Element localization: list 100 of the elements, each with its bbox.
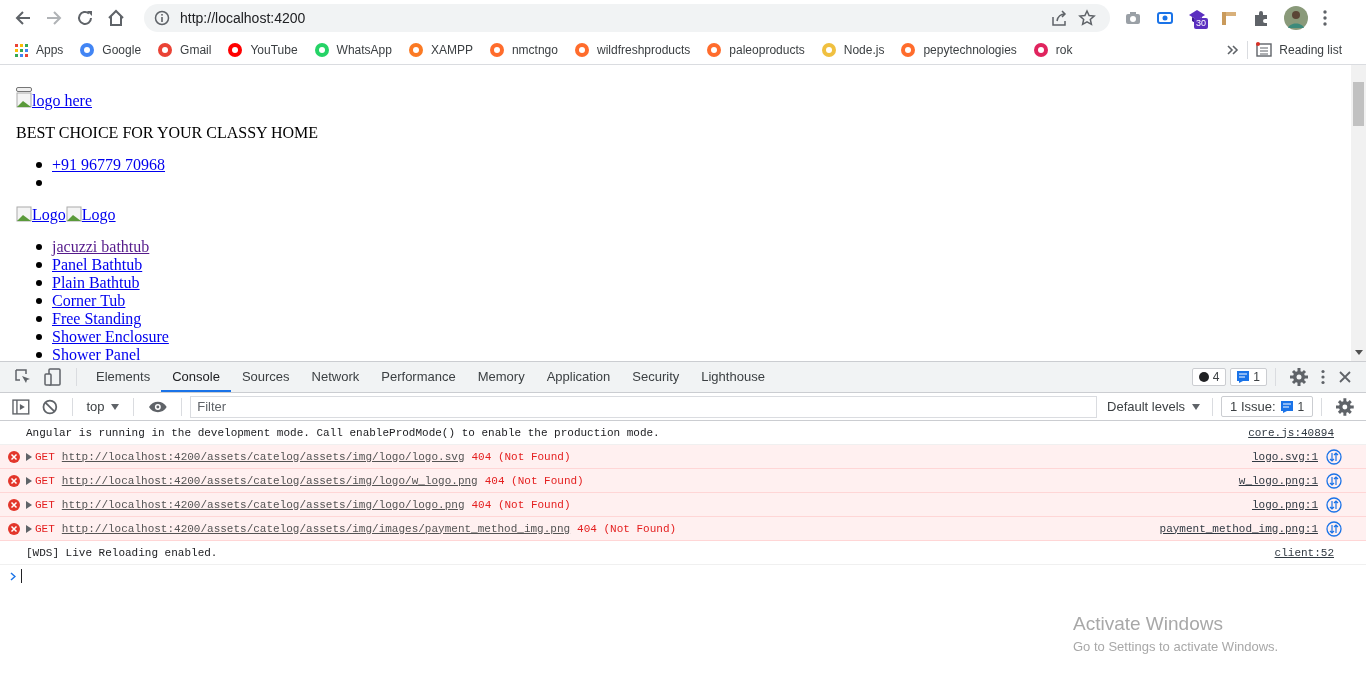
context-dropdown[interactable]: top bbox=[80, 399, 125, 414]
bookmark[interactable]: XAMPP bbox=[407, 42, 481, 58]
message-icon bbox=[1280, 400, 1293, 413]
scroll-down-icon[interactable] bbox=[1355, 350, 1363, 355]
expand-arrow-icon[interactable] bbox=[26, 476, 32, 485]
bullet bbox=[36, 352, 42, 358]
error-status: 404 (Not Found) bbox=[471, 450, 571, 463]
close-icon[interactable] bbox=[1338, 370, 1352, 384]
reading-list-button[interactable]: Reading list bbox=[1256, 42, 1350, 58]
expand-arrow-icon[interactable] bbox=[26, 524, 32, 533]
back-icon[interactable] bbox=[14, 9, 32, 27]
expand-arrow-icon[interactable] bbox=[26, 500, 32, 509]
category-link[interactable]: Corner Tub bbox=[52, 292, 126, 310]
caret-icon bbox=[110, 403, 119, 410]
error-icon bbox=[8, 522, 20, 535]
bullet bbox=[36, 298, 42, 304]
source-link[interactable]: logo.svg:1 bbox=[1252, 450, 1318, 463]
devtools-tab[interactable]: Lighthouse bbox=[690, 362, 776, 392]
device-icon[interactable] bbox=[44, 368, 62, 386]
devtools-tab[interactable]: Sources bbox=[230, 362, 301, 392]
star-icon[interactable] bbox=[1078, 9, 1096, 27]
bookmark[interactable]: Google bbox=[79, 42, 150, 58]
filter-field[interactable]: Filter bbox=[190, 395, 1097, 418]
scrollbar[interactable] bbox=[1351, 65, 1366, 361]
error-count-button[interactable]: 4 bbox=[1191, 368, 1227, 386]
source-link[interactable]: logo.png:1 bbox=[1252, 498, 1318, 511]
http-method: GET bbox=[35, 450, 55, 463]
home-icon[interactable] bbox=[107, 9, 125, 27]
devtools-tab[interactable]: Security bbox=[621, 362, 691, 392]
ruler-icon[interactable] bbox=[1220, 9, 1238, 27]
phone-link[interactable]: +91 96779 70968 bbox=[52, 156, 166, 174]
network-request-icon[interactable] bbox=[1326, 448, 1342, 465]
console-message: [WDS] Live Reloading enabled. bbox=[26, 546, 218, 559]
bookmark[interactable]: rok bbox=[1032, 42, 1081, 58]
devtools-tab[interactable]: Network bbox=[300, 362, 371, 392]
scroll-thumb[interactable] bbox=[1353, 82, 1364, 126]
bookmark[interactable]: wildfreshproducts bbox=[573, 42, 699, 58]
source-link[interactable]: w_logo.png:1 bbox=[1238, 474, 1318, 487]
bookmark[interactable]: paleoproducts bbox=[706, 42, 813, 58]
bookmark[interactable]: WhatsApp bbox=[313, 42, 400, 58]
source-link[interactable]: client:52 bbox=[1274, 546, 1334, 559]
bookmark[interactable]: pepytechnologies bbox=[900, 42, 1025, 58]
category-link[interactable]: Panel Bathtub bbox=[52, 256, 143, 274]
puzzle-icon[interactable] bbox=[1252, 9, 1270, 27]
more-icon[interactable] bbox=[1322, 9, 1328, 27]
activation-title: Activate Windows bbox=[1073, 613, 1224, 635]
screen-icon[interactable] bbox=[1156, 9, 1174, 27]
bookmark[interactable]: Gmail bbox=[157, 42, 220, 58]
issue-count-button[interactable]: 1 bbox=[1230, 368, 1267, 386]
devtools-tab[interactable]: Elements bbox=[85, 362, 162, 392]
settings-icon[interactable] bbox=[1336, 397, 1354, 416]
devtools-tab[interactable]: Console bbox=[161, 362, 231, 392]
bookmark[interactable]: nmctngo bbox=[488, 42, 566, 58]
eye-icon[interactable] bbox=[147, 399, 168, 414]
text-cursor bbox=[21, 569, 22, 583]
clear-icon[interactable] bbox=[41, 398, 58, 415]
broken-image-icon bbox=[16, 92, 32, 108]
category-link[interactable]: Free Standing bbox=[52, 310, 142, 328]
logo-link[interactable]: Logo bbox=[65, 206, 116, 223]
logo-link[interactable]: Logo bbox=[16, 206, 66, 223]
network-request-icon[interactable] bbox=[1326, 496, 1342, 513]
devtools-tab[interactable]: Application bbox=[535, 362, 622, 392]
bookmark[interactable]: Node.js bbox=[820, 42, 893, 58]
caret-icon bbox=[1192, 403, 1201, 410]
request-url-link[interactable]: http://localhost:4200/assets/catelog/assets/img/logo/w_logo.png bbox=[61, 474, 478, 487]
console-message: Angular is running in the development mode. Call enableProdMode() to enable the production mode. bbox=[26, 426, 660, 439]
source-link[interactable]: payment_method_img.png:1 bbox=[1159, 522, 1318, 535]
network-request-icon[interactable] bbox=[1326, 472, 1342, 489]
category-link[interactable]: Plain Bathtub bbox=[52, 274, 140, 292]
bullet bbox=[36, 280, 42, 286]
bullet bbox=[36, 244, 42, 250]
request-url-link[interactable]: http://localhost:4200/assets/catelog/assets/img/logo/logo.png bbox=[61, 498, 465, 511]
expand-arrow-icon[interactable] bbox=[26, 452, 32, 461]
levels-dropdown[interactable]: Default levels bbox=[1097, 399, 1205, 414]
network-request-icon[interactable] bbox=[1326, 520, 1342, 537]
error-icon bbox=[8, 450, 20, 463]
source-link[interactable]: core.js:40894 bbox=[1248, 426, 1334, 439]
error-icon bbox=[8, 474, 20, 487]
http-method: GET bbox=[35, 522, 55, 535]
category-link[interactable]: Shower Panel bbox=[52, 346, 141, 361]
share-icon[interactable] bbox=[1050, 9, 1068, 27]
bullet bbox=[36, 262, 42, 268]
issues-button[interactable]: 1 Issue: 1 bbox=[1221, 396, 1314, 417]
address-text[interactable]: http://localhost:4200 bbox=[180, 10, 306, 26]
request-url-link[interactable]: http://localhost:4200/assets/catelog/assets/img/logo/logo.svg bbox=[61, 450, 465, 463]
category-link[interactable]: Shower Enclosure bbox=[52, 328, 169, 346]
bookmark[interactable]: Apps bbox=[14, 42, 72, 58]
camera-icon[interactable] bbox=[1124, 9, 1142, 27]
more-icon[interactable] bbox=[1320, 369, 1326, 385]
settings-icon[interactable] bbox=[1290, 368, 1308, 386]
avatar-icon[interactable] bbox=[1284, 6, 1308, 30]
devtools-tab[interactable]: Performance bbox=[370, 362, 467, 392]
request-url-link[interactable]: http://localhost:4200/assets/catelog/assets/img/images/payment_method_img.png bbox=[61, 522, 571, 535]
category-link[interactable]: jacuzzi bathtub bbox=[52, 238, 150, 256]
chevrons-icon[interactable] bbox=[1227, 44, 1240, 56]
reload-icon[interactable] bbox=[76, 9, 94, 27]
bookmark[interactable]: YouTube bbox=[227, 42, 306, 58]
devtools-tab[interactable]: Memory bbox=[466, 362, 536, 392]
logo-link[interactable]: logo here bbox=[16, 92, 92, 109]
sidebar-icon[interactable] bbox=[12, 398, 30, 415]
